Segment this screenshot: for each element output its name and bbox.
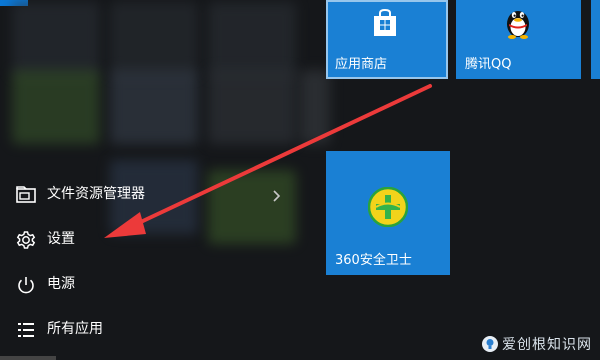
file-explorer-label: 文件资源管理器 [47,186,145,202]
qq-tile-label: 腾讯QQ [465,57,512,72]
lightbulb-icon [482,336,498,352]
blurred-background-app-3 [208,2,296,76]
360-shield-icon [367,186,409,231]
file-explorer-item[interactable]: 文件资源管理器 [0,174,300,214]
taskbar-edge [0,356,56,360]
qq-tile[interactable]: 腾讯QQ [456,0,581,79]
power-label: 电源 [47,276,75,292]
power-item[interactable]: 电源 [0,264,300,304]
watermark: 爱创根知识网 [482,334,592,354]
file-explorer-icon [15,184,37,206]
all-apps-list-icon [15,319,37,341]
partial-tile-edge[interactable] [591,0,600,79]
start-menu-screenshot: 文件资源管理器 设置 电源 所有应用 应用商店 腾讯QQ 360安全卫士 爱创根… [0,0,600,360]
blurred-background-app-4 [12,70,100,144]
blurred-background-app-1 [12,2,100,76]
gear-icon [15,229,37,251]
blurred-background-app-7 [300,70,330,144]
360-security-tile[interactable]: 360安全卫士 [326,151,450,275]
power-icon [15,274,37,296]
watermark-text: 爱创根知识网 [502,337,592,353]
store-tile-label: 应用商店 [335,57,388,72]
store-tile[interactable]: 应用商店 [326,0,448,79]
settings-label: 设置 [47,231,75,247]
settings-item[interactable]: 设置 [0,219,300,259]
store-bag-icon [371,8,399,42]
blurred-background-app-6 [208,70,296,144]
blurred-background-app-5 [110,70,198,144]
blurred-background-app-2 [110,2,198,76]
qq-penguin-icon [502,2,534,46]
all-apps-label: 所有应用 [47,321,103,337]
all-apps-item[interactable]: 所有应用 [0,309,300,349]
chevron-right-icon[interactable] [271,188,281,202]
360-tile-label: 360安全卫士 [335,253,412,268]
